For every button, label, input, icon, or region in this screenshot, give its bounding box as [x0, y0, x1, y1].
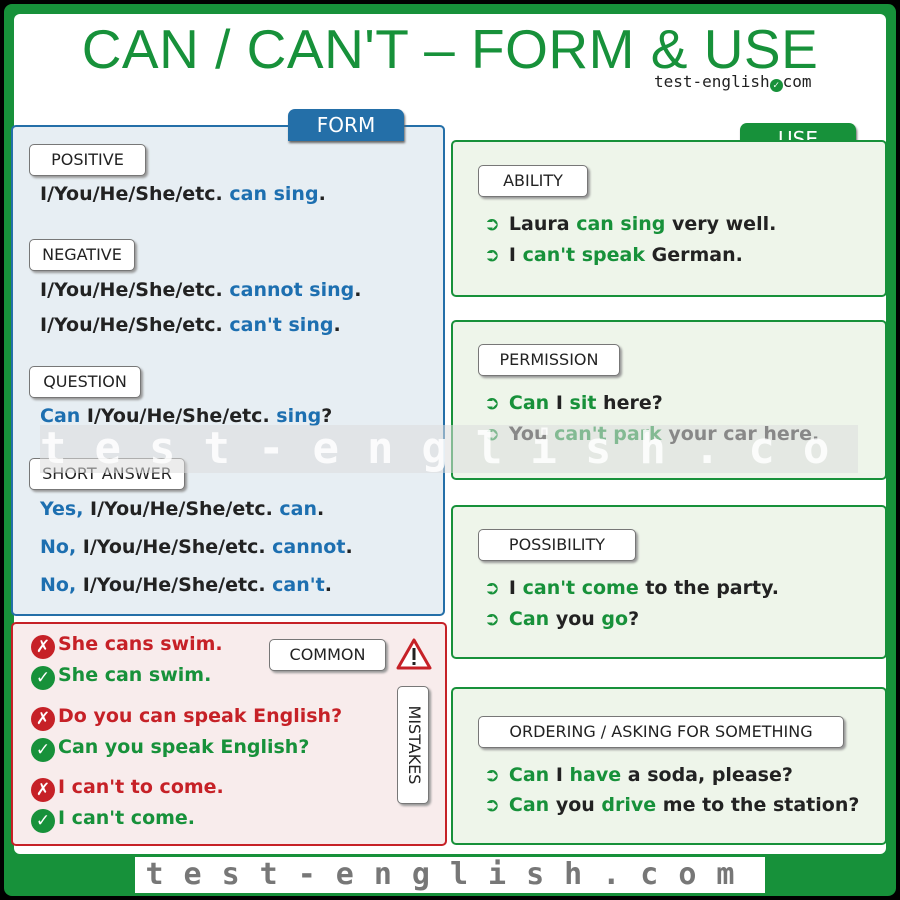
use-example-line: ➲ Can you drive me to the station? — [484, 794, 860, 816]
short-answer-line: No, I/You/He/She/etc. cannot. — [40, 536, 353, 558]
form-header: FORM — [288, 109, 404, 141]
mistake-wrong: ✗ Do you can speak English? — [31, 705, 342, 731]
use-example-line: ➲ Can you go? — [484, 608, 640, 630]
check-circle-icon: ✓ — [31, 666, 55, 690]
mistake-right: ✓ Can you speak English? — [31, 736, 309, 762]
warning-triangle-icon — [396, 638, 432, 670]
arrow-bullet-icon: ➲ — [484, 244, 500, 266]
arrow-bullet-icon: ➲ — [484, 577, 500, 599]
arrow-bullet-icon: ➲ — [484, 608, 500, 630]
brand-text: test-english — [654, 72, 770, 91]
common-label: COMMON — [269, 639, 386, 671]
check-circle-icon: ✓ — [31, 809, 55, 833]
use-example-line: ➲ I can't speak German. — [484, 244, 743, 266]
question-label: QUESTION — [29, 366, 141, 398]
mistakes-side-label: MISTAKES — [397, 686, 429, 804]
mistake-right: ✓ I can't come. — [31, 807, 195, 833]
use-example-line: ➲ Laura can sing very well. — [484, 213, 777, 235]
mistake-right: ✓ She can swim. — [31, 664, 211, 690]
use-label-1: ABILITY — [478, 165, 588, 197]
negative-label: NEGATIVE — [29, 239, 135, 271]
positive-label: POSITIVE — [29, 144, 146, 176]
use-example-line: ➲ Can I sit here? — [484, 392, 663, 414]
arrow-bullet-icon: ➲ — [484, 213, 500, 235]
use-example-line: ➲ Can I have a soda, please? — [484, 764, 793, 786]
negative-line: I/You/He/She/etc. can't sing. — [40, 314, 341, 336]
check-circle-icon: ✓ — [31, 738, 55, 762]
brand-logo: test-english ✓ com — [654, 72, 812, 92]
x-circle-icon: ✗ — [31, 778, 55, 802]
negative-line: I/You/He/She/etc. cannot sing. — [40, 279, 362, 301]
brand-suffix: com — [782, 72, 812, 91]
use-label-2: PERMISSION — [478, 344, 620, 376]
mistake-wrong: ✗ I can't to come. — [31, 776, 224, 802]
x-circle-icon: ✗ — [31, 635, 55, 659]
arrow-bullet-icon: ➲ — [484, 392, 500, 414]
mistake-wrong: ✗ She cans swim. — [31, 633, 223, 659]
use-example-line: ➲ I can't come to the party. — [484, 577, 779, 599]
short-answer-line: Yes, I/You/He/She/etc. can. — [40, 498, 325, 520]
footer-brand: test-english.com — [135, 857, 765, 893]
arrow-bullet-icon: ➲ — [484, 764, 500, 786]
check-circle-icon: ✓ — [769, 79, 783, 92]
watermark: test-english.com — [40, 425, 858, 473]
x-circle-icon: ✗ — [31, 707, 55, 731]
arrow-bullet-icon: ➲ — [484, 794, 500, 816]
use-label-3: POSSIBILITY — [478, 529, 636, 561]
positive-line: I/You/He/She/etc. can sing. — [40, 183, 326, 205]
question-line: Can I/You/He/She/etc. sing? — [40, 405, 333, 427]
use-label-4: ORDERING / ASKING FOR SOMETHING — [478, 716, 844, 748]
short-answer-line: No, I/You/He/She/etc. can't. — [40, 574, 332, 596]
